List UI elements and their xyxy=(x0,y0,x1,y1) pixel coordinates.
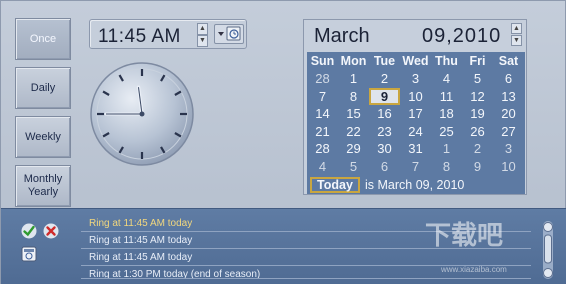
calendar-day[interactable]: 27 xyxy=(493,123,524,140)
calendar-day[interactable]: 5 xyxy=(462,70,493,87)
time-spin-down-icon[interactable]: ▼ xyxy=(197,35,208,47)
calendar-day[interactable]: 11 xyxy=(431,88,462,105)
calendar-day[interactable]: 24 xyxy=(400,123,431,140)
calendar-spin-down-icon[interactable]: ▼ xyxy=(511,35,522,46)
calendar-day[interactable]: 21 xyxy=(307,123,338,140)
time-picker-dropdown[interactable] xyxy=(214,24,244,44)
calendar: March 09,2010 ▲ ▼ Sun Mon Tue Wed Thu Fri Sat 2… xyxy=(303,19,527,195)
delete-x-icon[interactable] xyxy=(43,223,59,239)
calendar-spin-up-icon[interactable]: ▲ xyxy=(511,23,522,34)
calendar-day[interactable]: 1 xyxy=(338,70,369,87)
calendar-day[interactable]: 17 xyxy=(400,105,431,122)
calendar-day[interactable]: 16 xyxy=(369,105,400,122)
calendar-header: March 09,2010 ▲ ▼ xyxy=(304,20,526,50)
calendar-day[interactable]: 13 xyxy=(493,88,524,105)
scroll-up-icon xyxy=(543,222,553,232)
time-field[interactable]: 11:45 AM ▲ ▼ xyxy=(89,19,247,49)
calendar-day[interactable]: 6 xyxy=(369,158,400,175)
calendar-day[interactable]: 4 xyxy=(307,158,338,175)
calendar-day[interactable]: 4 xyxy=(431,70,462,87)
alarm-calendar-icon[interactable] xyxy=(21,246,37,262)
calendar-day[interactable]: 10 xyxy=(493,158,524,175)
alarm-list-scrollbar[interactable] xyxy=(542,221,554,279)
time-value[interactable]: 11:45 AM xyxy=(98,26,181,48)
today-label: is March 09, 2010 xyxy=(365,178,465,192)
calendar-day[interactable]: 30 xyxy=(369,140,400,157)
alarm-list-item[interactable]: Ring at 11:45 AM today xyxy=(81,250,531,266)
weekday-header: Sat xyxy=(498,54,519,68)
analog-clock xyxy=(90,62,194,166)
watermark-logo: 下载吧 xyxy=(425,221,504,251)
calendar-day[interactable]: 22 xyxy=(338,123,369,140)
calendar-day[interactable]: 7 xyxy=(400,158,431,175)
weekday-header: Tue xyxy=(373,54,396,68)
calendar-day[interactable]: 14 xyxy=(307,105,338,122)
calendar-day-year[interactable]: 09,2010 xyxy=(422,25,501,48)
calendar-day[interactable]: 5 xyxy=(338,158,369,175)
calendar-day[interactable]: 2 xyxy=(462,140,493,157)
calendar-day[interactable]: 20 xyxy=(493,105,524,122)
calendar-day[interactable]: 9 xyxy=(369,87,400,105)
confirm-check-icon[interactable] xyxy=(21,223,37,239)
calendar-day[interactable]: 26 xyxy=(462,123,493,140)
watermark-url: www.xiazaiba.com xyxy=(441,265,507,274)
calendar-day[interactable]: 6 xyxy=(493,70,524,87)
alarm-app-window: Once Daily Weekly Monthly Yearly 11:45 A… xyxy=(0,0,566,284)
calendar-day[interactable]: 3 xyxy=(493,140,524,157)
calendar-day[interactable]: 2 xyxy=(369,70,400,87)
calendar-day[interactable]: 1 xyxy=(431,140,462,157)
calendar-month[interactable]: March xyxy=(314,25,370,48)
calendar-day[interactable]: 10 xyxy=(400,88,431,105)
calendar-day[interactable]: 19 xyxy=(462,105,493,122)
scroll-down-icon xyxy=(543,268,553,278)
time-spin-up-icon[interactable]: ▲ xyxy=(197,23,208,35)
calendar-day[interactable]: 15 xyxy=(338,105,369,122)
calendar-grid: Sun Mon Tue Wed Thu Fri Sat 28 1 2 3 4 5 6 7 8 9 10 11 12 13… xyxy=(307,52,525,176)
calendar-day[interactable]: 8 xyxy=(431,158,462,175)
today-button[interactable]: Today xyxy=(310,177,360,193)
calendar-day[interactable]: 31 xyxy=(400,140,431,157)
monthly-yearly-button[interactable]: Monthly Yearly xyxy=(15,165,71,207)
chevron-down-icon xyxy=(218,32,224,36)
calendar-day[interactable]: 12 xyxy=(462,88,493,105)
calendar-day[interactable]: 9 xyxy=(462,158,493,175)
daily-button[interactable]: Daily xyxy=(15,67,71,109)
calendar-footer: Today is March 09, 2010 xyxy=(307,176,525,194)
calendar-day[interactable]: 25 xyxy=(431,123,462,140)
calendar-day[interactable]: 28 xyxy=(307,140,338,157)
once-button[interactable]: Once xyxy=(15,18,71,60)
weekday-header: Fri xyxy=(469,54,486,68)
weekday-header: Thu xyxy=(435,54,458,68)
calendar-day[interactable]: 18 xyxy=(431,105,462,122)
weekday-header: Wed xyxy=(402,54,429,68)
calendar-day[interactable]: 7 xyxy=(307,88,338,105)
calendar-day[interactable]: 3 xyxy=(400,70,431,87)
weekday-header: Mon xyxy=(340,54,367,68)
calendar-day[interactable]: 8 xyxy=(338,88,369,105)
weekly-button[interactable]: Weekly xyxy=(15,116,71,158)
calendar-day[interactable]: 29 xyxy=(338,140,369,157)
calendar-day[interactable]: 23 xyxy=(369,123,400,140)
calendar-day[interactable]: 28 xyxy=(307,70,338,87)
weekday-header: Sun xyxy=(310,54,335,68)
